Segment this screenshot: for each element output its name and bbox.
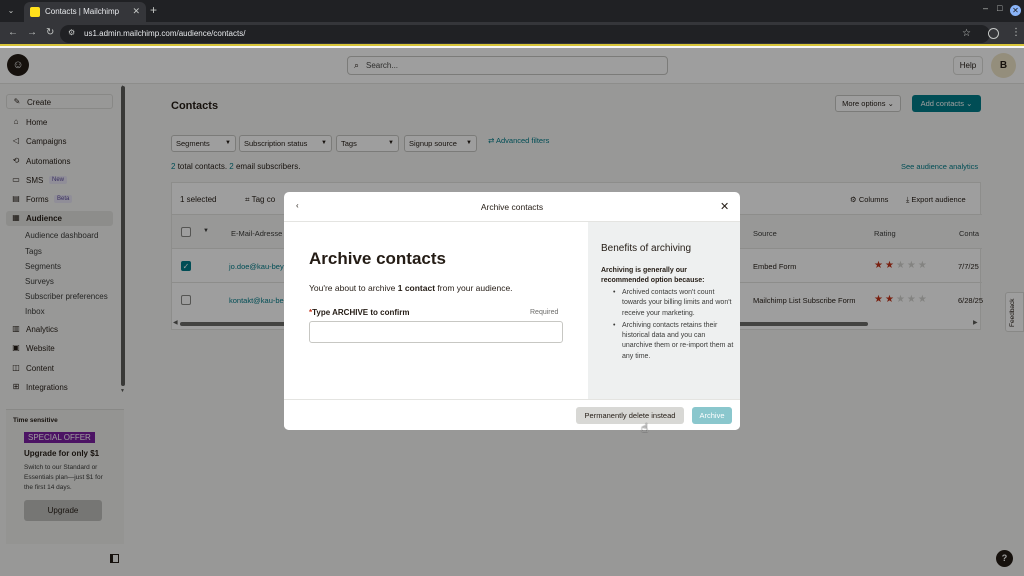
site-info-icon[interactable]: ⚙ bbox=[68, 28, 75, 37]
desc-text-end: from your audience. bbox=[435, 283, 513, 293]
window-maximize-icon[interactable]: □ bbox=[997, 3, 1002, 13]
bookmark-star-icon[interactable]: ☆ bbox=[962, 28, 971, 39]
desc-count: 1 contact bbox=[397, 283, 436, 293]
url-field[interactable]: ⚙ us1.admin.mailchimp.com/audience/conta… bbox=[60, 25, 990, 43]
modal-description: You're about to archive 1 contact from y… bbox=[309, 283, 513, 293]
benefits-title: Benefits of archiving bbox=[601, 243, 692, 254]
confirm-field-label-text: Type ARCHIVE to confirm bbox=[312, 308, 410, 317]
benefits-list: Archived contacts won't count towards yo… bbox=[613, 288, 735, 364]
close-icon[interactable]: ✕ bbox=[720, 200, 729, 213]
new-tab-icon[interactable]: + bbox=[150, 3, 157, 17]
archive-contacts-modal: Archive contacts ‹ ✕ Archive contacts Yo… bbox=[284, 192, 740, 430]
archive-button[interactable]: Archive bbox=[692, 407, 732, 424]
hand-cursor-icon: ☝ bbox=[641, 421, 649, 435]
browser-address-bar: ← → ↻ ⚙ us1.admin.mailchimp.com/audience… bbox=[0, 22, 1024, 46]
modal-heading: Archive contacts bbox=[309, 249, 446, 268]
forward-icon[interactable]: → bbox=[27, 27, 37, 38]
archive-confirm-input[interactable] bbox=[309, 321, 563, 343]
required-hint: Required bbox=[530, 309, 559, 316]
browser-profile-icon[interactable] bbox=[988, 28, 999, 39]
desc-text: You're about to archive bbox=[309, 283, 398, 293]
tab-search-icon[interactable]: ⌄ bbox=[4, 4, 18, 18]
permanently-delete-button[interactable]: Permanently delete instead bbox=[576, 407, 684, 424]
url-text[interactable]: us1.admin.mailchimp.com/audience/contact… bbox=[84, 29, 245, 38]
browser-menu-icon[interactable]: ⋮ bbox=[1011, 27, 1021, 38]
window-close-icon[interactable]: ✕ bbox=[1010, 5, 1021, 16]
window-minimize-icon[interactable]: – bbox=[983, 3, 988, 13]
modal-header: Archive contacts ‹ ✕ bbox=[284, 192, 740, 222]
browser-tab-bar: ⌄ Contacts | Mailchimp ✕ + – □ ✕ bbox=[0, 0, 1024, 22]
modal-footer: Permanently delete instead Archive bbox=[284, 399, 740, 430]
browser-tab[interactable]: Contacts | Mailchimp ✕ bbox=[24, 2, 146, 22]
back-chevron-icon[interactable]: ‹ bbox=[296, 201, 299, 210]
confirm-field-label: *Type ARCHIVE to confirm bbox=[309, 308, 409, 317]
tab-title: Contacts | Mailchimp bbox=[45, 7, 120, 16]
mailchimp-favicon-icon bbox=[30, 7, 40, 17]
modal-header-title: Archive contacts bbox=[480, 202, 544, 212]
tab-close-icon[interactable]: ✕ bbox=[132, 6, 140, 17]
reload-icon[interactable]: ↻ bbox=[46, 27, 54, 38]
benefit-item: Archiving contacts retains their histori… bbox=[613, 321, 735, 362]
modal-body: Archive contacts You're about to archive… bbox=[284, 222, 588, 399]
benefits-intro: Archiving is generally our recommended o… bbox=[601, 267, 705, 284]
benefit-item: Archived contacts won't count towards yo… bbox=[613, 288, 735, 319]
benefits-panel: Benefits of archiving Archiving is gener… bbox=[588, 222, 740, 399]
back-icon[interactable]: ← bbox=[8, 27, 18, 38]
